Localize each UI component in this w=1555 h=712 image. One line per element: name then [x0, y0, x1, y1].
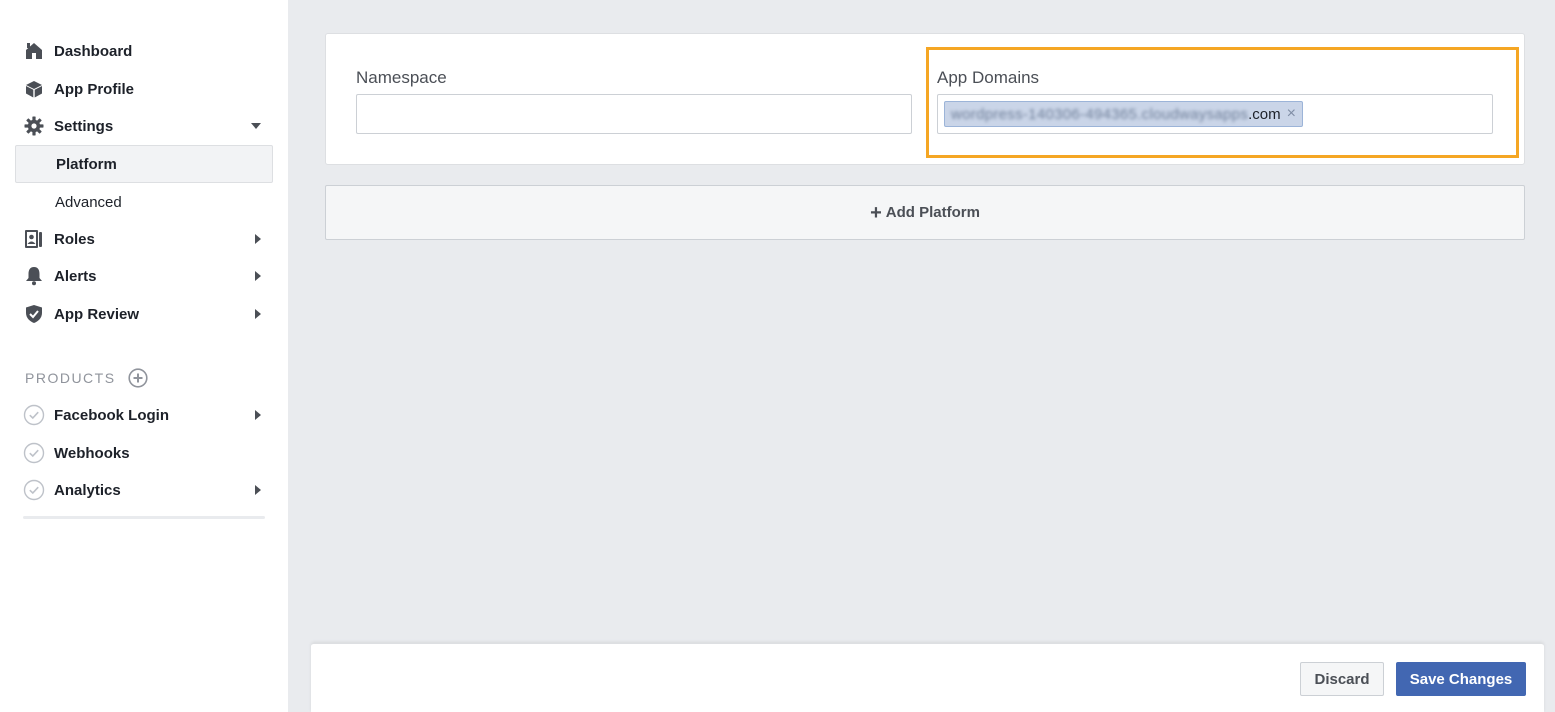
add-platform-button[interactable]: + Add Platform: [325, 185, 1525, 240]
sidebar-item-label: Analytics: [54, 481, 121, 499]
sidebar-item-label: Platform: [56, 155, 117, 173]
sidebar-item-label: App Review: [54, 305, 140, 323]
chevron-right-icon: [255, 309, 261, 319]
house-icon: [23, 40, 45, 62]
namespace-input[interactable]: [356, 94, 912, 134]
sidebar-item-app-profile[interactable]: App Profile: [15, 71, 273, 107]
gear-icon: [23, 115, 45, 137]
sidebar-item-facebook-login[interactable]: Facebook Login: [15, 397, 273, 433]
add-product-icon[interactable]: [127, 368, 148, 388]
check-circle-icon: [23, 442, 45, 464]
save-changes-button[interactable]: Save Changes: [1396, 662, 1526, 696]
sidebar-item-label: Facebook Login: [54, 406, 170, 424]
domain-token-blurred-text: wordpress-140306-494365.cloudwaysapps: [951, 105, 1249, 123]
sidebar-item-settings[interactable]: Settings: [15, 108, 273, 144]
check-circle-icon: [23, 479, 45, 501]
sidebar-item-dashboard[interactable]: Dashboard: [15, 33, 273, 69]
namespace-label: Namespace: [356, 68, 447, 87]
sidebar-item-webhooks[interactable]: Webhooks: [15, 435, 273, 471]
domain-token: wordpress-140306-494365.cloudwaysapps .co…: [944, 101, 1303, 127]
save-bar: Discard Save Changes: [311, 643, 1544, 712]
basic-settings-card: Namespace App Domains wordpress-140306-4…: [325, 33, 1525, 165]
sidebar-divider: [23, 516, 265, 519]
box-icon: [23, 78, 45, 100]
sidebar: Dashboard App Profile Settings Platform …: [0, 0, 288, 712]
discard-button[interactable]: Discard: [1300, 662, 1384, 696]
shield-icon: [23, 303, 45, 325]
sidebar-item-label: Dashboard: [54, 42, 133, 60]
add-platform-label: Add Platform: [885, 204, 980, 221]
roles-icon: [23, 228, 45, 250]
sidebar-item-label: Settings: [54, 117, 114, 135]
sidebar-item-label: Roles: [54, 230, 95, 248]
sidebar-item-roles[interactable]: Roles: [15, 221, 273, 257]
app-domains-label: App Domains: [937, 68, 1040, 87]
sidebar-item-label: App Profile: [54, 80, 135, 98]
sidebar-item-app-review[interactable]: App Review: [15, 296, 273, 332]
sidebar-item-platform[interactable]: Platform: [15, 145, 273, 183]
products-header: PRODUCTS: [25, 366, 148, 390]
check-circle-icon: [23, 404, 45, 426]
chevron-right-icon: [255, 234, 261, 244]
chevron-right-icon: [255, 485, 261, 495]
app-domains-input[interactable]: wordpress-140306-494365.cloudwaysapps .co…: [937, 94, 1493, 134]
domain-token-suffix: .com: [1248, 105, 1281, 123]
sidebar-item-advanced[interactable]: Advanced: [15, 183, 273, 221]
sidebar-item-label: Webhooks: [54, 444, 130, 462]
chevron-down-icon: [251, 123, 261, 129]
bell-icon: [23, 265, 45, 287]
remove-token-icon[interactable]: ×: [1287, 106, 1296, 122]
chevron-right-icon: [255, 271, 261, 281]
products-header-label: PRODUCTS: [25, 370, 116, 386]
plus-icon: +: [870, 201, 882, 224]
sidebar-item-alerts[interactable]: Alerts: [15, 258, 273, 294]
chevron-right-icon: [255, 410, 261, 420]
sidebar-item-label: Alerts: [54, 267, 97, 285]
sidebar-item-label: Advanced: [55, 193, 122, 211]
sidebar-item-analytics[interactable]: Analytics: [15, 472, 273, 508]
